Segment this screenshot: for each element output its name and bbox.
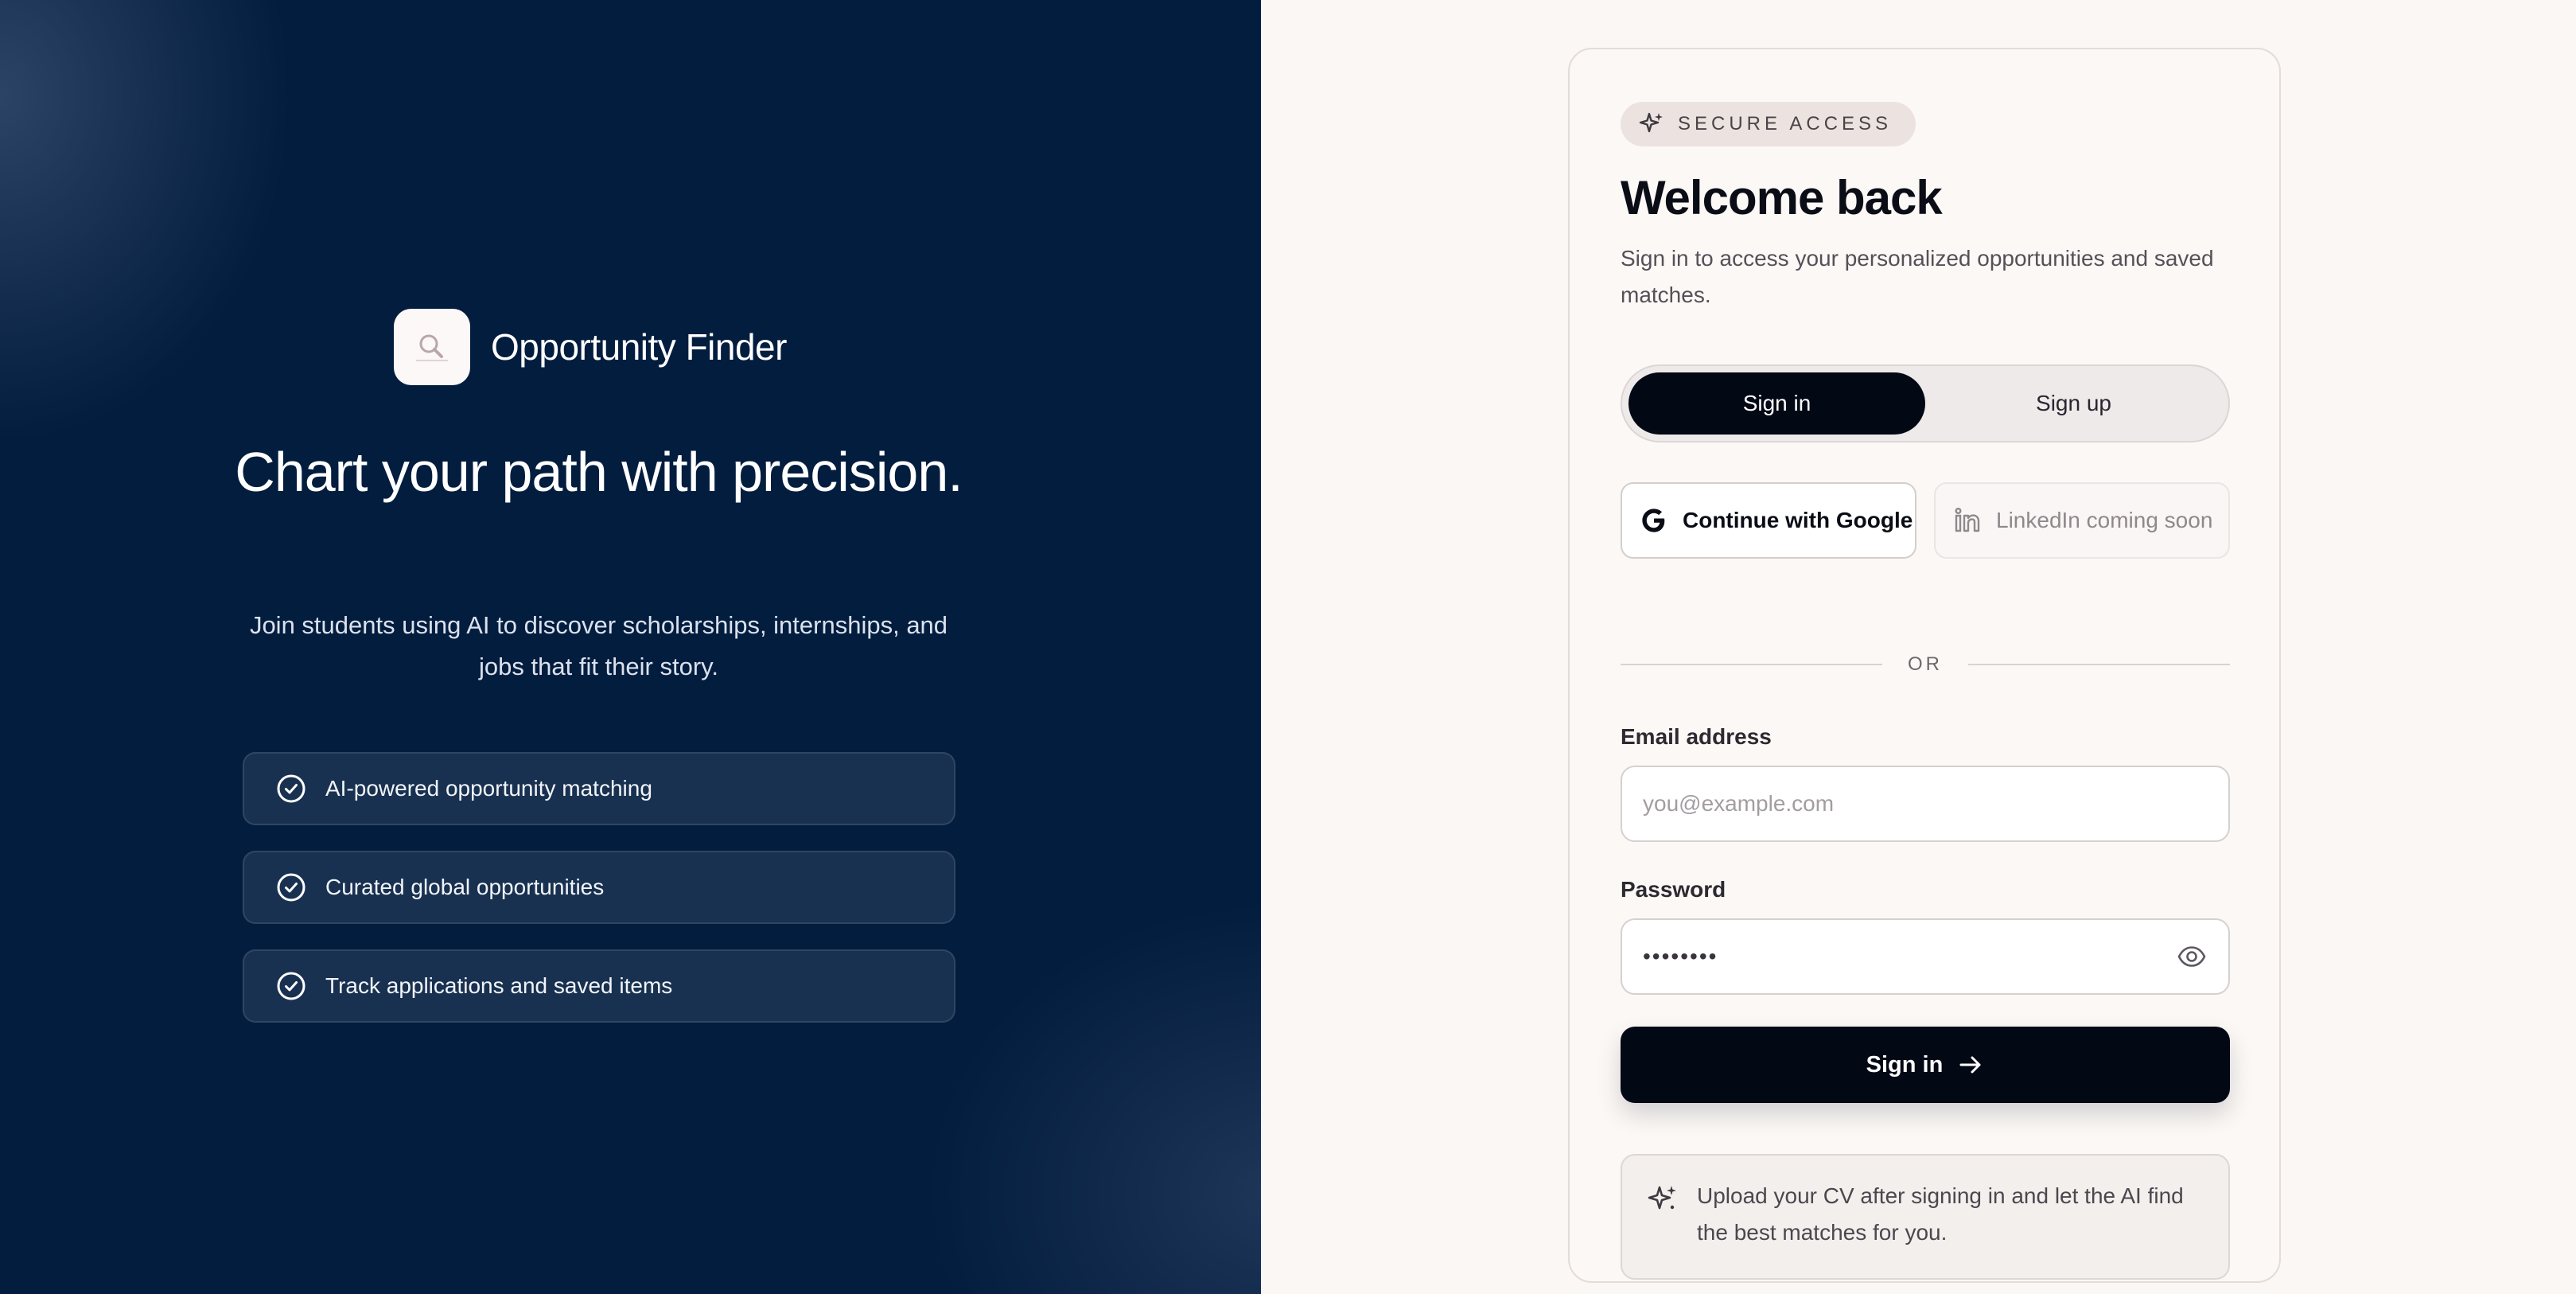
auth-mode-toggle: Sign in Sign up: [1621, 364, 2230, 442]
hint-text: Upload your CV after signing in and let …: [1697, 1183, 2184, 1245]
page-title: Welcome back: [1621, 171, 1943, 224]
sparkle-icon: [1639, 112, 1663, 133]
hero-panel: Opportunity Finder Chart your path with …: [0, 0, 1261, 1294]
feature-item: Track applications and saved items: [243, 949, 955, 1023]
google-signin-label: Continue with Google: [1683, 508, 1913, 532]
check-circle-icon: [277, 972, 305, 1000]
tab-sign-up[interactable]: Sign up: [1925, 372, 2222, 435]
email-label: Email address: [1621, 724, 1772, 749]
hero-headline: Chart your path with precision.: [235, 441, 963, 503]
magnifier-logo-icon: [394, 309, 470, 385]
social-login: Continue with Google LinkedIn coming soo…: [1621, 482, 2230, 559]
cv-upload-hint: Upload your CV after signing in and let …: [1621, 1154, 2230, 1280]
password-label: Password: [1621, 877, 1726, 902]
arrow-right-icon: [1959, 1056, 1981, 1074]
linkedin-icon: [1955, 507, 1980, 532]
feature-item: Curated global opportunities: [243, 851, 955, 924]
hero-subtitle: Join students using AI to discover schol…: [249, 611, 948, 680]
google-signin-button[interactable]: Continue with Google: [1621, 482, 1916, 559]
secure-access-badge: SECURE ACCESS: [1621, 102, 1916, 146]
divider-text: OR: [1908, 653, 1943, 675]
sign-in-button[interactable]: Sign in: [1621, 1027, 2230, 1103]
divider-line: [1621, 664, 1882, 665]
check-circle-icon: [277, 774, 305, 803]
email-field[interactable]: you@example.com: [1621, 766, 2230, 842]
feature-label: Curated global opportunities: [325, 875, 605, 899]
auth-card: SECURE ACCESS Welcome back Sign in to ac…: [1568, 48, 2281, 1283]
password-field[interactable]: ••••••••: [1621, 918, 2230, 995]
tab-sign-in[interactable]: Sign in: [1628, 372, 1925, 435]
page-description: Sign in to access your personalized oppo…: [1621, 246, 2214, 307]
feature-item: AI-powered opportunity matching: [243, 752, 955, 825]
feature-label: Track applications and saved items: [325, 973, 673, 998]
feature-list: AI-powered opportunity matching Curated …: [243, 752, 955, 1048]
sign-in-button-label: Sign in: [1866, 1051, 1944, 1078]
divider-line: [1968, 664, 2230, 665]
sparkle-icon: [1648, 1186, 1676, 1210]
linkedin-signin-button[interactable]: LinkedIn coming soon: [1934, 482, 2230, 559]
badge-label: SECURE ACCESS: [1678, 113, 1893, 134]
google-icon: [1642, 509, 1665, 532]
brand: Opportunity Finder: [394, 309, 787, 385]
linkedin-signin-label: LinkedIn coming soon: [1996, 508, 2213, 532]
email-placeholder: you@example.com: [1643, 791, 1835, 816]
check-circle-icon: [277, 873, 305, 902]
password-value: ••••••••: [1643, 944, 1718, 969]
feature-label: AI-powered opportunity matching: [325, 776, 652, 801]
or-divider: OR: [1621, 651, 2230, 678]
brand-name: Opportunity Finder: [491, 326, 787, 368]
eye-icon[interactable]: [2176, 941, 2208, 972]
